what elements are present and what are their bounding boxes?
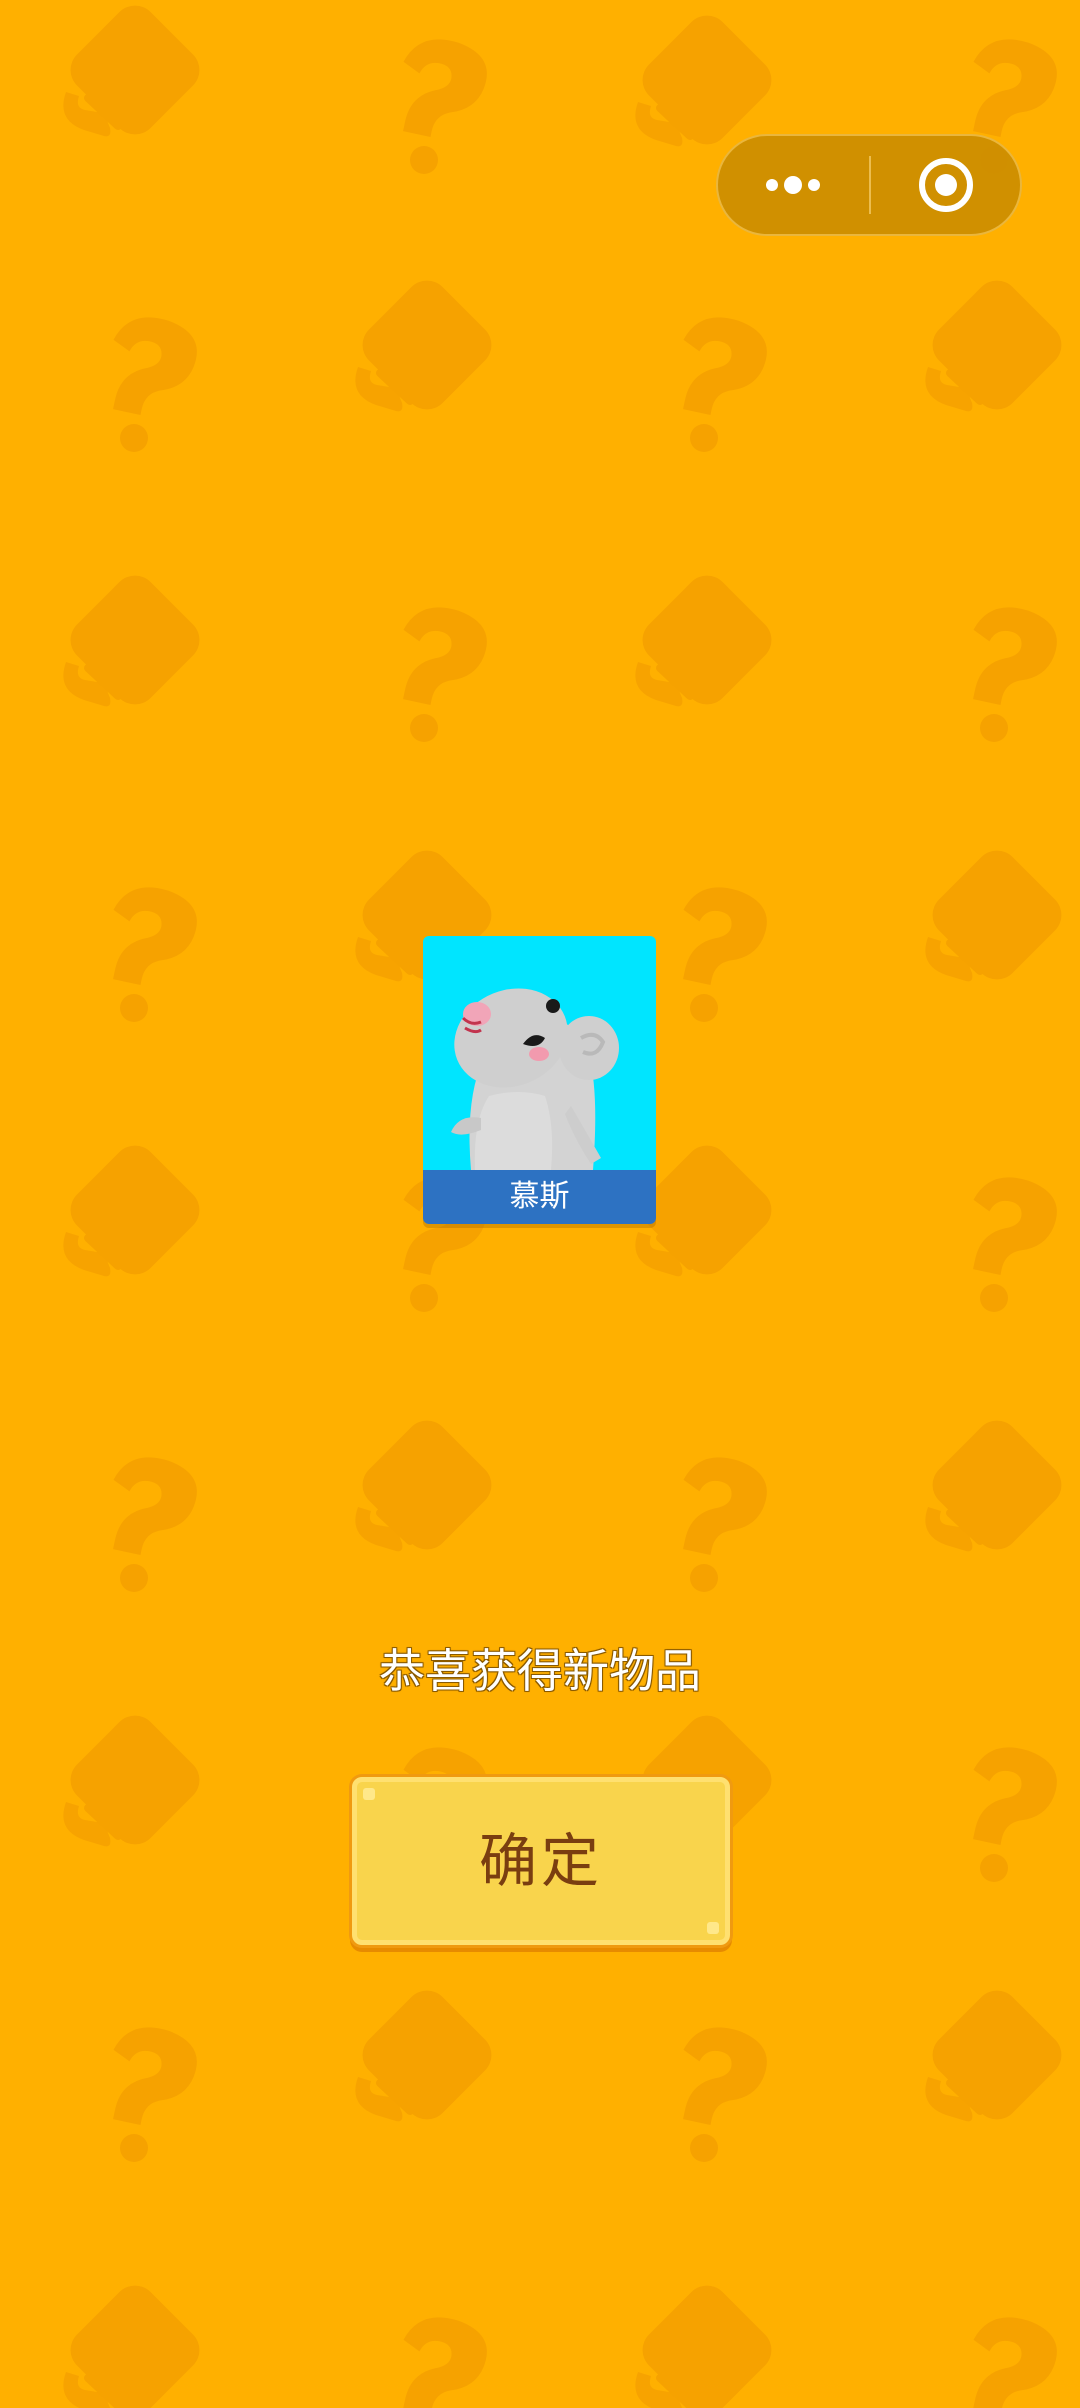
reward-message: 恭喜获得新物品 bbox=[379, 1644, 701, 1698]
grey-mouse-illustration bbox=[451, 988, 619, 1170]
item-card: 慕斯 bbox=[423, 936, 656, 1224]
capsule-divider bbox=[869, 156, 871, 214]
confirm-button-label: 确定 bbox=[478, 1827, 603, 1895]
confirm-button[interactable]: 确定 bbox=[352, 1777, 730, 1945]
item-art bbox=[423, 936, 656, 1170]
close-miniprogram-button[interactable] bbox=[872, 136, 1020, 234]
more-dots-icon bbox=[766, 176, 820, 194]
more-button[interactable] bbox=[718, 136, 868, 234]
target-circle-icon bbox=[919, 158, 973, 212]
mini-program-capsule bbox=[716, 134, 1022, 236]
item-name-label: 慕斯 bbox=[423, 1170, 656, 1224]
